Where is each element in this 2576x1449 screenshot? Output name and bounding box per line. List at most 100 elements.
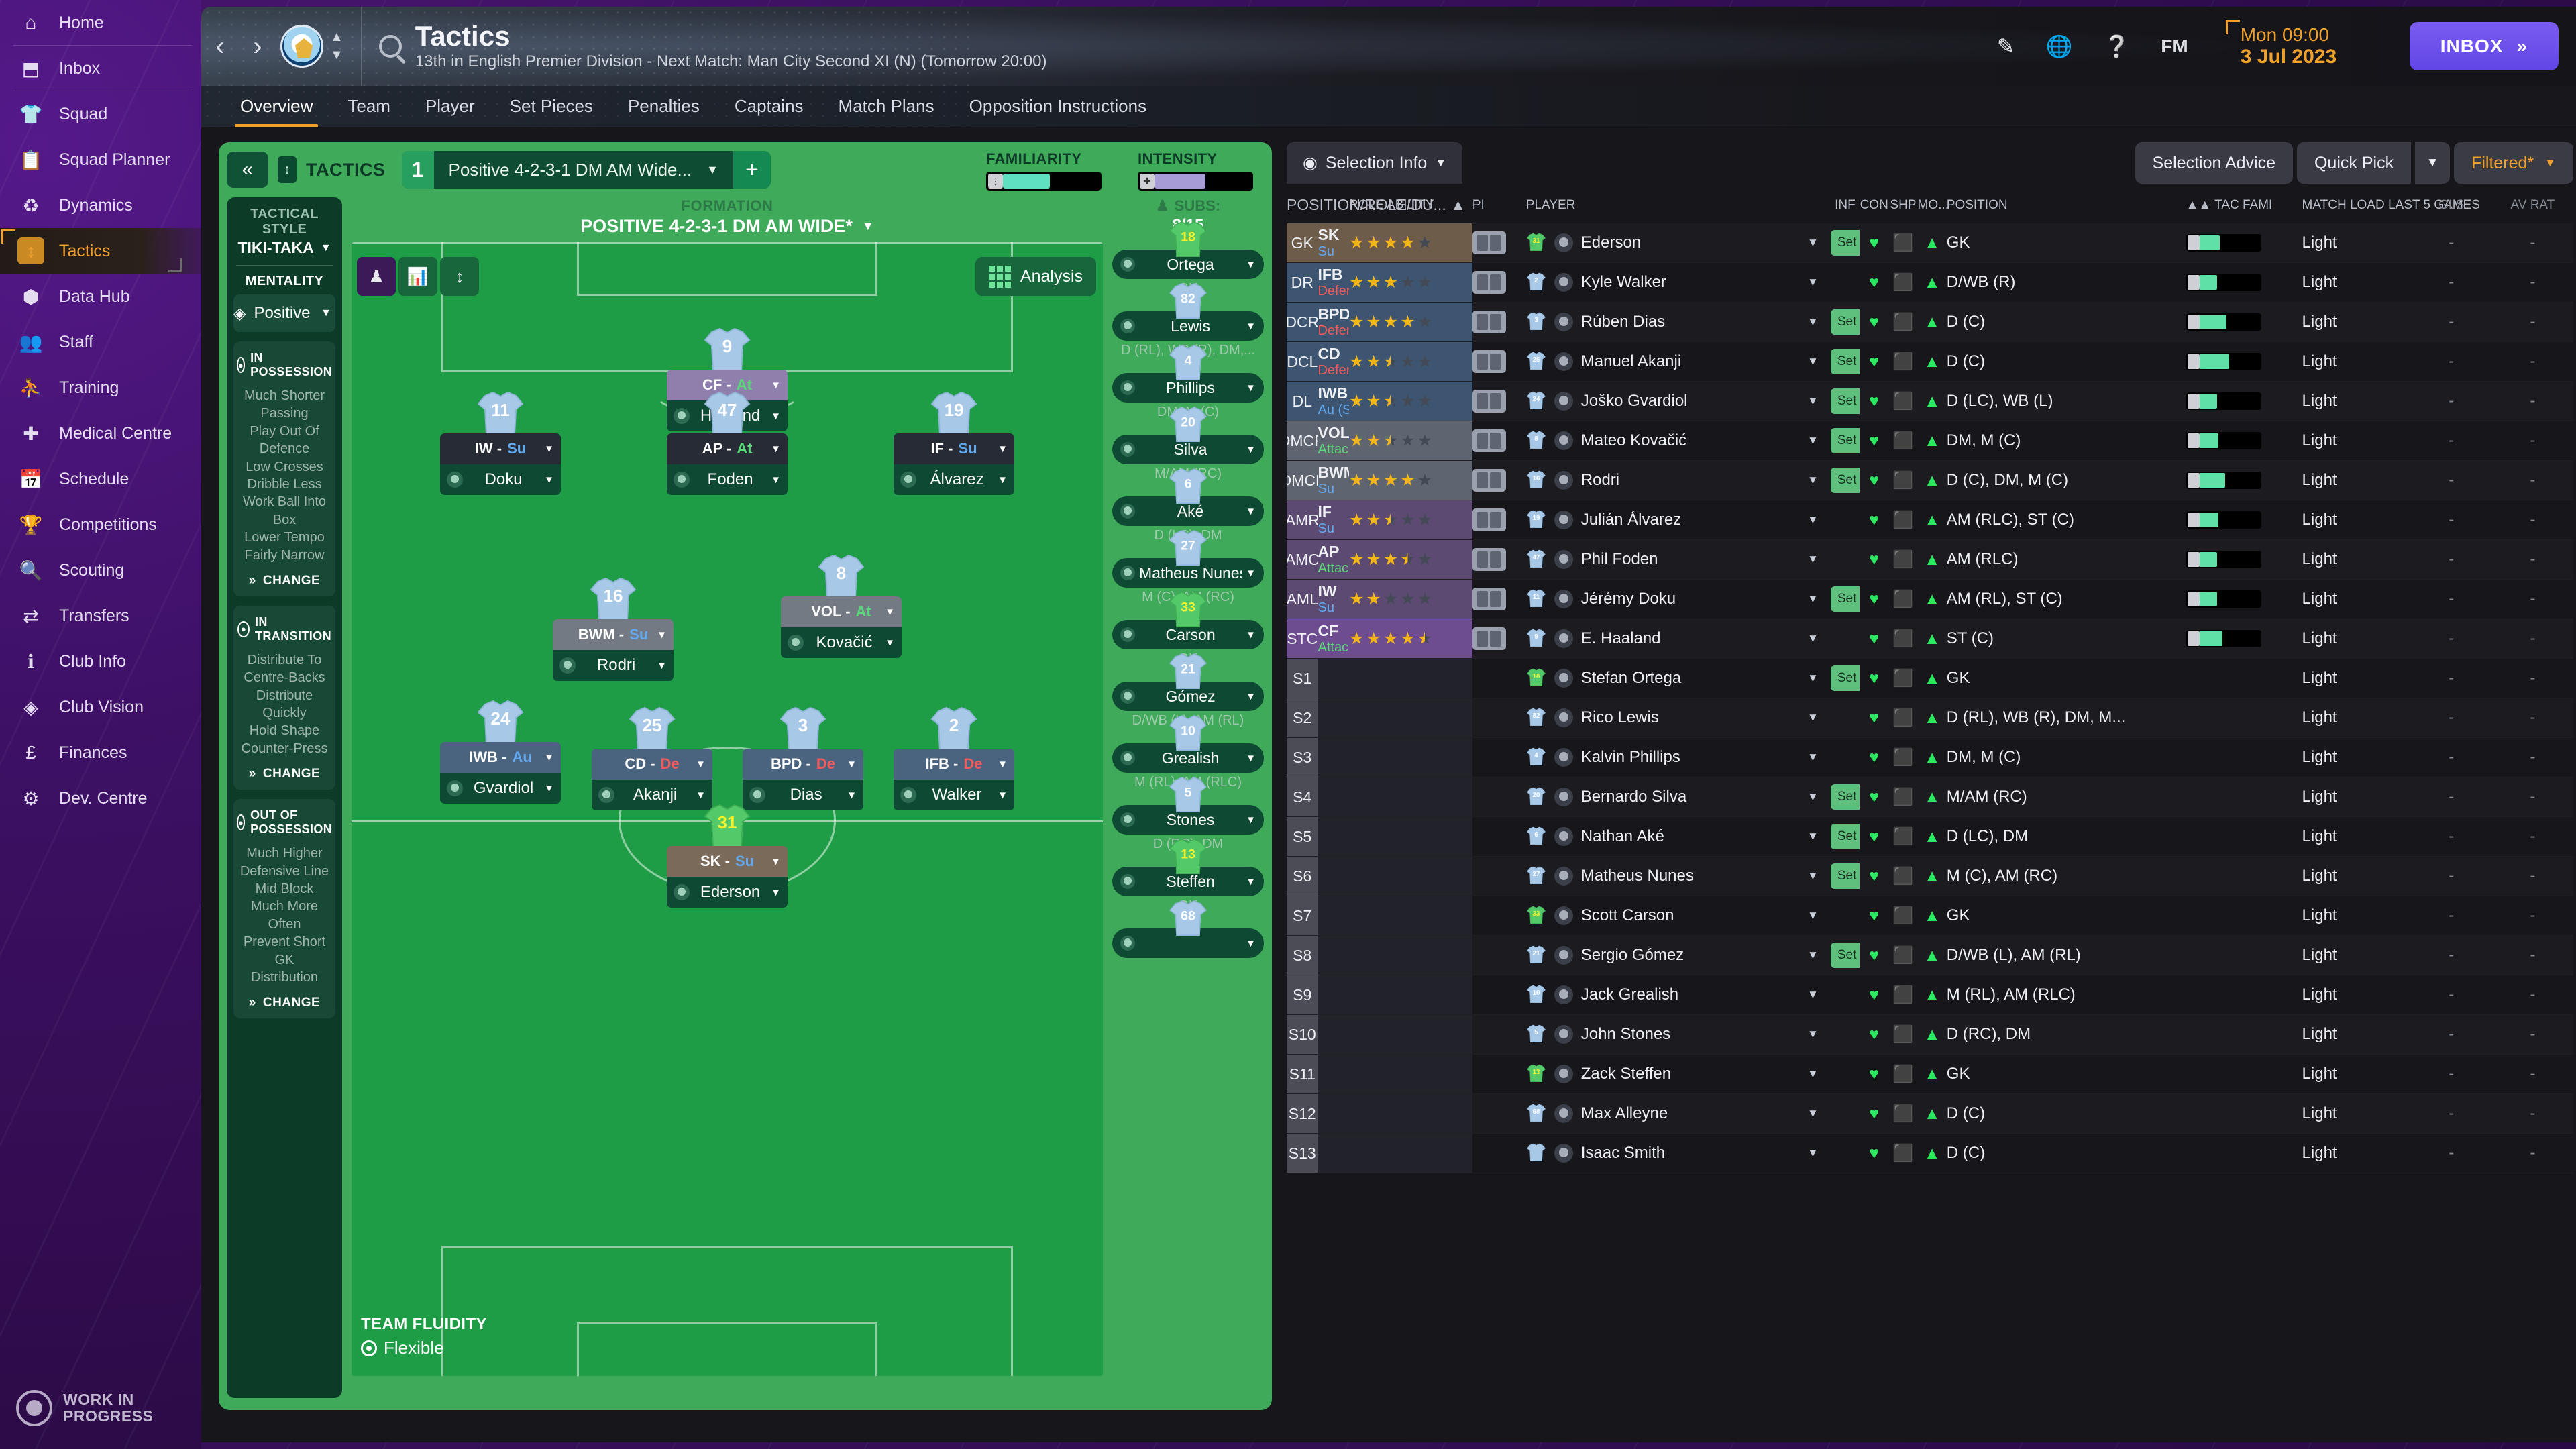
sidebar-item-scouting[interactable]: 🔍 Scouting: [0, 547, 201, 593]
cell-role[interactable]: [1318, 935, 1349, 975]
sidebar-item-training[interactable]: ⛹ Training: [0, 365, 201, 411]
chevron-down-icon[interactable]: ▼: [1807, 830, 1831, 843]
cell-set[interactable]: Set: [1830, 223, 1860, 263]
column-header[interactable]: AV RAT: [2492, 184, 2573, 223]
club-switch-control[interactable]: ▲ ▼: [330, 30, 343, 63]
player-role-dropdown[interactable]: IF - Su ▼: [894, 433, 1014, 464]
chevron-down-icon[interactable]: ▼: [1807, 513, 1831, 527]
cell-player-instructions[interactable]: [1472, 659, 1526, 698]
player-instructions-icon[interactable]: [1472, 469, 1506, 492]
search-icon[interactable]: [378, 35, 402, 58]
cell-set[interactable]: Set: [1830, 382, 1860, 421]
cell-set[interactable]: [1831, 975, 1860, 1015]
cell-player-instructions[interactable]: [1472, 500, 1526, 540]
cell-set[interactable]: [1831, 698, 1860, 738]
table-row[interactable]: AMCAPAttack★★★★★47Phil Foden▼♥⬛▲AM (RLC)…: [1287, 539, 2573, 580]
cell-player[interactable]: 3 Rúben Dias ▼: [1526, 303, 1831, 342]
chevron-down-icon[interactable]: ▼: [1807, 1067, 1831, 1081]
tactical-style-dropdown[interactable]: TIKI-TAKA ▼: [233, 239, 335, 257]
cell-set[interactable]: Set: [1830, 342, 1860, 382]
table-row[interactable]: S12 68 Max Alleyne ▼ ♥ ⬛ ▲ D (C) Light - -: [1287, 1093, 2573, 1134]
set-badge[interactable]: Set: [1830, 943, 1860, 968]
cell-player[interactable]: 31 Ederson ▼: [1526, 223, 1831, 263]
table-row[interactable]: S6 27 Matheus Nunes ▼ Set ♥ ⬛ ▲ M (C), AM (RC) Li…: [1287, 856, 2573, 896]
player-role-dropdown[interactable]: SK - Su ▼: [667, 846, 788, 877]
sidebar-item-staff[interactable]: 👥 Staff: [0, 319, 201, 365]
sidebar-item-finances[interactable]: £ Finances: [0, 730, 201, 775]
pitch-player-card[interactable]: 8 VOL - At ▼ Kovačić ▼: [781, 555, 902, 658]
cell-set[interactable]: [1831, 500, 1860, 540]
column-header[interactable]: MATCH LOAD LAST 5 GAMES: [2302, 184, 2480, 223]
player-role-dropdown[interactable]: BPD - De ▼: [743, 749, 863, 780]
set-badge[interactable]: Set: [1830, 586, 1860, 612]
table-row[interactable]: GK SK Su ★ ★ ★ ★ ★ 31 Ederson ▼ Set ♥ ⬛ ▲ GK Light - -: [1287, 223, 2573, 263]
forward-button[interactable]: ›: [239, 7, 276, 86]
table-row[interactable]: STCCFAttack★★★★★9E. Haaland▼♥⬛▲ST (C)Lig…: [1287, 619, 2573, 659]
pitch-player-card[interactable]: 25 CD - De ▼ Akanji ▼: [592, 707, 712, 810]
pitch-player-card[interactable]: 11 IW - Su ▼ Doku ▼: [440, 392, 561, 495]
cell-player-instructions[interactable]: [1472, 936, 1526, 975]
table-row[interactable]: AML IW Su ★ ★ ★ ★ ★ 11 Jérémy Doku ▼ Set ♥ ⬛ ▲ AM (RL),…: [1287, 579, 2573, 619]
sidebar-item-club-vision[interactable]: ◈ Club Vision: [0, 684, 201, 730]
cell-player-instructions[interactable]: [1472, 975, 1526, 1015]
set-badge[interactable]: Set: [1830, 824, 1860, 849]
player-instructions-icon[interactable]: [1472, 311, 1506, 333]
cell-player[interactable]: 24 Joško Gvardiol ▼: [1526, 382, 1831, 421]
cell-role[interactable]: [1318, 896, 1349, 936]
column-header[interactable]: CON: [1860, 184, 1888, 223]
table-row[interactable]: S7 33 Scott Carson ▼ ♥ ⬛ ▲ GK Light - -: [1287, 896, 2573, 936]
player-role-dropdown[interactable]: IWB - Au ▼: [440, 742, 561, 773]
player-name-dropdown[interactable]: Ederson ▼: [667, 877, 788, 908]
tab-player[interactable]: Player: [408, 86, 492, 127]
chevron-down-icon[interactable]: ▼: [330, 48, 343, 63]
selection-advice-button[interactable]: Selection Advice: [2135, 142, 2293, 184]
chevron-down-icon[interactable]: ▼: [1807, 1028, 1831, 1041]
help-icon[interactable]: ❔: [2103, 34, 2130, 59]
cell-player[interactable]: 10 Jack Grealish ▼: [1526, 975, 1831, 1015]
cell-set[interactable]: Set: [1830, 580, 1860, 619]
table-row[interactable]: S1 18 Stefan Ortega ▼ Set ♥ ⬛ ▲ GK Light - -: [1287, 658, 2573, 698]
formation-selector[interactable]: 1 Positive 4-2-3-1 DM AM Wide... ▼ +: [401, 151, 771, 189]
add-tactic-button[interactable]: +: [733, 151, 771, 189]
set-badge[interactable]: Set: [1830, 428, 1860, 453]
change-button[interactable]: » CHANGE: [237, 574, 331, 588]
cell-set[interactable]: Set: [1830, 777, 1860, 817]
cell-player[interactable]: 19 Julián Álvarez ▼: [1526, 500, 1831, 540]
player-role-dropdown[interactable]: IW - Su ▼: [440, 433, 561, 464]
cell-player[interactable]: 8 Mateo Kovačić ▼: [1526, 421, 1831, 461]
cell-player-instructions[interactable]: [1472, 777, 1526, 817]
filtered-button[interactable]: Filtered* ▼: [2454, 142, 2573, 184]
column-header[interactable]: PI: [1472, 184, 1526, 223]
set-badge[interactable]: Set: [1830, 230, 1860, 256]
cell-player[interactable]: 11 Jérémy Doku ▼: [1526, 580, 1831, 619]
cell-set[interactable]: Set: [1830, 461, 1860, 500]
pitch-player-card[interactable]: 47 AP - At ▼ Foden ▼: [667, 392, 788, 495]
player-instructions-icon[interactable]: [1472, 271, 1506, 294]
cell-player-instructions[interactable]: [1472, 342, 1526, 382]
table-row[interactable]: AMR IF Su ★ ★ ★ ★ ★ 19 Julián Álvarez ▼ ♥ ⬛ ▲ AM (RLC)…: [1287, 500, 2573, 540]
player-role-dropdown[interactable]: CD - De ▼: [592, 749, 712, 780]
selection-info-dropdown[interactable]: ◉ Selection Info ▼: [1287, 142, 1463, 184]
cell-role[interactable]: [1318, 1014, 1349, 1055]
table-row[interactable]: S3 4 Kalvin Phillips ▼ ♥ ⬛ ▲ DM, M (C) Light - -: [1287, 737, 2573, 777]
cell-player[interactable]: 18 Stefan Ortega ▼: [1526, 659, 1831, 698]
set-badge[interactable]: Set: [1830, 665, 1860, 691]
cell-player-instructions[interactable]: [1472, 1134, 1526, 1173]
table-row[interactable]: S10 5 John Stones ▼ ♥ ⬛ ▲ D (RC), DM Light - -: [1287, 1014, 2573, 1055]
cell-player[interactable]: 47 Phil Foden ▼: [1526, 540, 1831, 580]
cell-player-instructions[interactable]: [1472, 698, 1526, 738]
table-row[interactable]: DRIFBDefend★★★★★2Kyle Walker▼♥⬛▲D/WB (R)…: [1287, 262, 2573, 303]
chevron-down-icon[interactable]: ▼: [1807, 790, 1831, 804]
column-header[interactable]: PLAYER: [1526, 184, 1831, 223]
cell-player[interactable]: 4 Kalvin Phillips ▼: [1526, 738, 1831, 777]
fm-logo-icon[interactable]: FM: [2161, 36, 2188, 57]
cell-player-instructions[interactable]: [1472, 421, 1526, 461]
sidebar-item-tactics[interactable]: ↕ Tactics: [0, 228, 201, 274]
chevron-down-icon[interactable]: ▼: [1807, 751, 1831, 764]
cell-player-instructions[interactable]: [1472, 619, 1526, 659]
cell-set[interactable]: [1831, 540, 1860, 580]
chevron-down-icon[interactable]: ▼: [1807, 909, 1831, 922]
chevron-down-icon[interactable]: ▼: [1807, 553, 1831, 566]
player-instructions-icon[interactable]: [1472, 350, 1506, 373]
pencil-icon[interactable]: ✎: [1997, 34, 2015, 59]
